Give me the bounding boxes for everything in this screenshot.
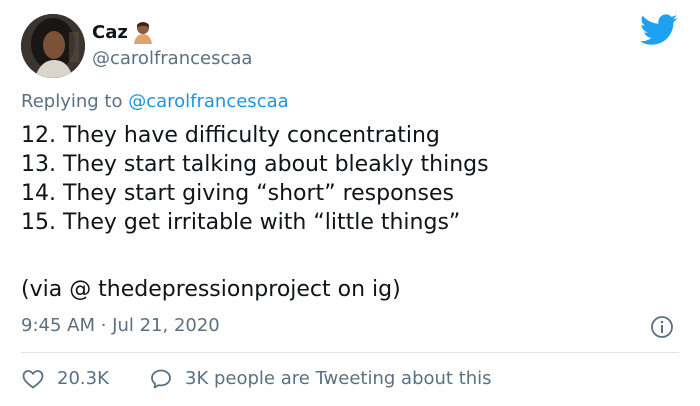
heart-icon — [22, 370, 44, 389]
reply-mention-link[interactable]: @carolfrancescaa — [128, 91, 288, 112]
twitter-bird-icon[interactable] — [640, 14, 678, 46]
tweet-line: 15. They get irritable with “little thin… — [21, 210, 461, 235]
tweet-source-line: (via @ thedepressionproject on ig) — [21, 277, 401, 302]
person-emoji-icon — [134, 22, 152, 44]
conversation-text: 3K people are Tweeting about this — [185, 368, 492, 389]
reply-prefix: Replying to — [21, 91, 123, 112]
divider — [21, 352, 679, 353]
tweet-timestamp[interactable]: 9:45 AM · Jul 21, 2020 — [21, 315, 220, 337]
user-handle[interactable]: @carolfrancescaa — [92, 48, 252, 70]
conversation-link[interactable]: 3K people are Tweeting about this — [149, 366, 492, 392]
tweet-line: 12. They have difficulty concentrating — [21, 123, 440, 148]
reply-context: Replying to @carolfrancescaa — [21, 90, 289, 114]
speech-bubble-icon — [151, 369, 171, 389]
tweet-card: Caz @carolfrancescaa Replying to @carolf… — [0, 0, 700, 406]
display-name[interactable]: Caz — [92, 22, 128, 44]
like-button[interactable]: 20.3K — [21, 366, 109, 392]
tweet-line: 13. They start talking about bleakly thi… — [21, 152, 489, 177]
avatar[interactable] — [21, 14, 85, 78]
like-count: 20.3K — [57, 368, 109, 389]
info-icon[interactable] — [650, 315, 674, 339]
tweet-text: 12. They have difficulty concentrating 1… — [21, 121, 671, 304]
avatar-photo — [21, 14, 85, 78]
tweet-line: 14. They start giving “short” responses — [21, 181, 454, 206]
